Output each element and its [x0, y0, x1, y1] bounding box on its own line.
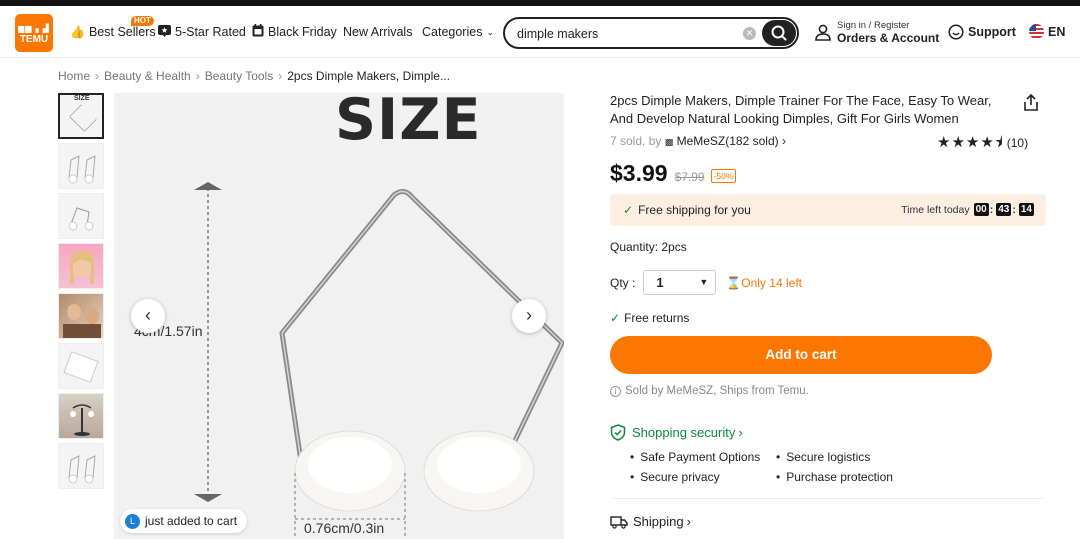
nav-new-arrivals[interactable]: New Arrivals: [343, 6, 412, 58]
free-shipping-banner: ✓ Free shipping for you Time left today 0…: [610, 194, 1046, 226]
hourglass-icon: ⌛: [726, 275, 742, 290]
support-link[interactable]: Support: [948, 24, 1016, 40]
search-bar: ✕: [503, 17, 799, 49]
check-icon: ✓: [623, 203, 634, 217]
us-flag-icon: [1029, 24, 1044, 39]
hot-badge: HOT: [131, 16, 154, 26]
thumbnail-2[interactable]: [58, 143, 104, 189]
chevron-down-icon: ⌄: [486, 26, 494, 37]
truck-icon: [610, 515, 628, 529]
thumbnail-7[interactable]: [58, 393, 104, 439]
nav-5-star-rated[interactable]: 5-Star Rated: [158, 6, 246, 58]
product-illustration: [194, 182, 564, 539]
next-image-button[interactable]: ›: [512, 299, 546, 333]
store-icon: ▩: [664, 137, 674, 147]
language-selector[interactable]: EN: [1029, 24, 1065, 39]
rating-count: (10): [1006, 136, 1029, 150]
support-icon: [948, 24, 964, 40]
clear-search-icon[interactable]: ✕: [743, 27, 756, 40]
breadcrumb-beauty-health[interactable]: Beauty & Health: [104, 69, 191, 83]
sold-by-text: i Sold by MeMeSZ, Ships from Temu.: [610, 385, 809, 397]
search-input[interactable]: [517, 25, 742, 42]
security-item: Safe Payment Options: [630, 450, 760, 464]
thumbnail-list: SIZE: [58, 93, 104, 493]
original-price: $7.99: [674, 170, 705, 184]
shield-icon: [610, 424, 626, 441]
breadcrumb-home[interactable]: Home: [58, 69, 90, 83]
store-link[interactable]: MeMeSZ(182 sold) ›: [677, 134, 786, 148]
breadcrumb-beauty-tools[interactable]: Beauty Tools: [205, 69, 274, 83]
thumbnail-1[interactable]: SIZE: [58, 93, 104, 139]
chevron-left-icon: ‹: [145, 305, 151, 325]
current-price: $3.99: [610, 160, 668, 186]
share-button[interactable]: [1022, 93, 1040, 117]
shipping-link[interactable]: Shipping ›: [610, 514, 691, 529]
shopping-security-link[interactable]: Shopping security ›: [610, 424, 743, 441]
breadcrumb: Home › Beauty & Health › Beauty Tools › 2pcs D…: [58, 69, 450, 83]
user-icon: [815, 24, 831, 41]
nav-best-sellers[interactable]: 👍 Best Sellers: [70, 6, 156, 58]
divider: [610, 498, 1046, 499]
quantity-text: Quantity: 2pcs: [610, 240, 687, 254]
info-icon: i: [610, 386, 621, 397]
search-icon: [771, 25, 787, 41]
width-dimension-label: 0.76cm/0.3in: [304, 520, 385, 536]
free-returns[interactable]: ✓ Free returns: [610, 311, 689, 325]
thumbnail-8[interactable]: [58, 443, 104, 489]
sold-info: 7 sold, by ▩ MeMeSZ(182 sold) ›: [610, 134, 786, 148]
previous-image-button[interactable]: ‹: [131, 299, 165, 333]
thumbs-up-icon: 👍: [70, 25, 85, 39]
recent-purchase-toast: L just added to cart: [120, 509, 248, 533]
thumbnail-3[interactable]: [58, 193, 104, 239]
star-icons: ★★★★⯨: [937, 134, 1004, 151]
search-button[interactable]: [762, 20, 796, 46]
quantity-row: Qty : 1 ▼ ⌛Only 14 left: [610, 270, 802, 295]
product-title: 2pcs Dimple Makers, Dimple Trainer For T…: [610, 93, 992, 126]
nav-black-friday[interactable]: Black Friday: [252, 6, 337, 58]
nav-categories[interactable]: Categories ⌄: [422, 6, 494, 58]
countdown-timer: Time left today 00:43:14: [901, 203, 1034, 216]
chevron-down-icon: ▼: [699, 277, 709, 287]
discount-badge: -50%: [710, 169, 737, 183]
share-icon: [1024, 93, 1038, 111]
breadcrumb-current: 2pcs Dimple Makers, Dimple...: [287, 69, 450, 83]
star-badge-icon: [158, 24, 171, 40]
security-item: Purchase protection: [776, 470, 893, 484]
calendar-icon: [252, 24, 264, 40]
avatar: L: [125, 513, 140, 529]
thumbnail-6[interactable]: [58, 343, 104, 389]
temu-logo[interactable]: ▆▆ ▖▟ TEMU: [15, 14, 53, 52]
main-product-image[interactable]: SIZE 4cm/1.57in 0.76cm/0.3in ‹ › L just …: [114, 93, 564, 539]
price-block: $3.99 $7.99 -50%: [610, 160, 737, 187]
security-item: Secure logistics: [776, 450, 870, 464]
quantity-select[interactable]: 1 ▼: [643, 270, 717, 295]
thumbnail-4[interactable]: [58, 243, 104, 289]
site-header: ▆▆ ▖▟ TEMU 👍 Best Sellers HOT 5-Star Rat…: [0, 6, 1080, 58]
chevron-right-icon: ›: [526, 305, 532, 325]
add-to-cart-button[interactable]: Add to cart: [610, 336, 992, 374]
thumbnail-5[interactable]: [58, 293, 104, 339]
stock-warning: ⌛Only 14 left: [726, 275, 802, 290]
security-item: Secure privacy: [630, 470, 719, 484]
check-icon: ✓: [610, 311, 621, 325]
rating-stars[interactable]: ★★★★⯨ (10): [937, 132, 1028, 157]
